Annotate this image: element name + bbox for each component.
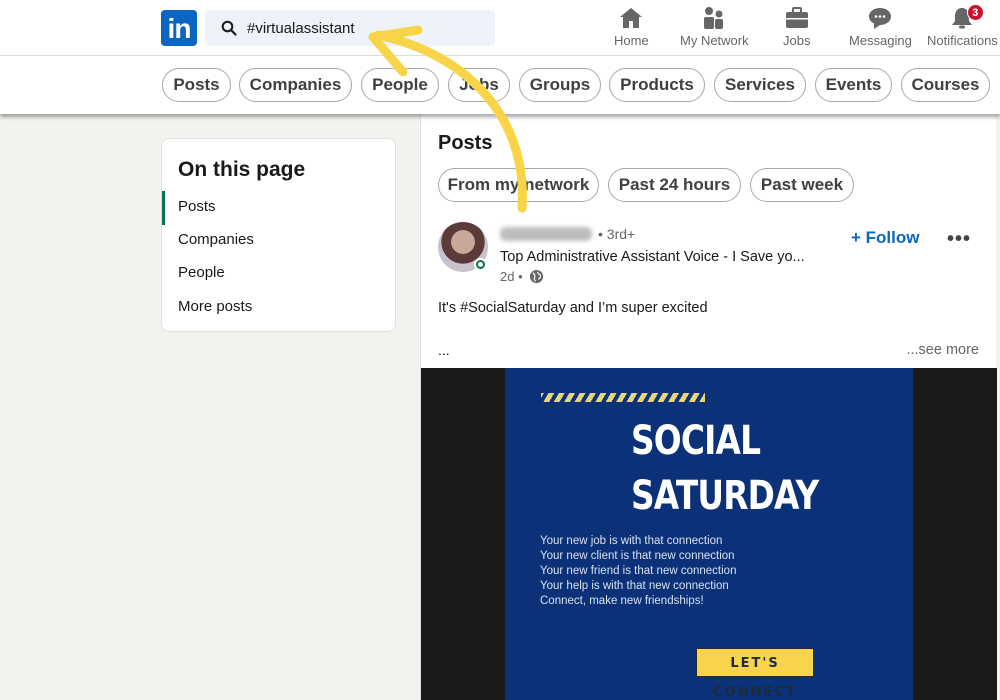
toc-people[interactable]: People (178, 264, 225, 281)
toc-companies[interactable]: Companies (178, 231, 254, 248)
notification-badge: 3 (966, 4, 984, 21)
follow-button[interactable]: + Follow (851, 228, 919, 248)
toc-posts[interactable]: Posts (178, 198, 216, 215)
image-text-line: Your help is with that new connection (540, 580, 729, 592)
more-options-icon[interactable]: ••• (947, 228, 971, 251)
linkedin-logo[interactable]: in (161, 10, 197, 46)
toc-more-posts[interactable]: More posts (178, 298, 252, 315)
home-icon (620, 8, 643, 28)
image-text-line: Your new job is with that connection (540, 535, 723, 547)
post-media[interactable]: SOCIAL SATURDAY Your new job is with tha… (421, 368, 997, 700)
author-name-blurred[interactable] (500, 227, 592, 241)
filter-companies[interactable]: Companies (239, 68, 352, 102)
active-indicator (162, 191, 165, 225)
connection-degree: • 3rd+ (598, 226, 636, 242)
nav-messaging[interactable]: Messaging (849, 6, 912, 48)
nav-notifications-label: Notifications (927, 33, 998, 48)
filter-people[interactable]: People (361, 68, 439, 102)
posts-section-title: Posts (438, 132, 493, 154)
post-text-ellipsis: ... (438, 342, 450, 358)
lets-connect-label: LET'S CONNECT (696, 648, 814, 700)
top-navigation-bar: in #virtualassistant Home My Network Job… (0, 0, 1000, 56)
nav-messaging-label: Messaging (849, 33, 912, 48)
image-title-line2: SATURDAY (631, 473, 819, 519)
nav-home[interactable]: Home (614, 6, 649, 48)
filter-from-my-network[interactable]: From my network (438, 168, 599, 202)
post-time: 2d • (500, 269, 523, 284)
network-icon (704, 7, 724, 29)
decorative-stripes (541, 393, 705, 402)
online-status-icon (474, 258, 487, 271)
nav-my-network[interactable]: My Network (680, 6, 749, 48)
nav-jobs-label: Jobs (783, 33, 811, 48)
post-text: It's #SocialSaturday and I’m super excit… (438, 300, 708, 316)
filter-jobs[interactable]: Jobs (448, 68, 510, 102)
nav-my-network-label: My Network (680, 33, 749, 48)
search-filter-bar: Posts Companies People Jobs Groups Produ… (0, 56, 1000, 114)
image-title-line1: SOCIAL (631, 418, 761, 464)
author-headline: Top Administrative Assistant Voice - I S… (500, 249, 805, 265)
on-this-page-title: On this page (178, 158, 306, 181)
nav-home-label: Home (614, 33, 649, 48)
post-author[interactable]: • 3rd+ (500, 226, 635, 242)
post-meta: 2d • (500, 269, 544, 284)
filter-past-24-hours[interactable]: Past 24 hours (608, 168, 741, 202)
filter-courses[interactable]: Courses (901, 68, 990, 102)
filter-groups[interactable]: Groups (519, 68, 601, 102)
see-more-link[interactable]: ...see more (906, 342, 979, 358)
search-query[interactable]: #virtualassistant (247, 20, 355, 37)
search-icon (221, 20, 237, 36)
on-this-page-card: On this page Posts Companies People More… (161, 138, 396, 332)
filter-products[interactable]: Products (609, 68, 705, 102)
filter-services[interactable]: Services (714, 68, 806, 102)
social-saturday-image[interactable]: SOCIAL SATURDAY Your new job is with tha… (505, 368, 913, 700)
search-input[interactable]: #virtualassistant (205, 10, 495, 46)
image-text-line: Your new client is that new connection (540, 550, 735, 562)
filter-events[interactable]: Events (815, 68, 892, 102)
nav-notifications[interactable]: 3 Notifications (927, 4, 998, 48)
image-text-line: Connect, make new friendships! (540, 595, 704, 607)
globe-icon (529, 269, 543, 284)
posts-panel: Posts From my network Past 24 hours Past… (420, 114, 997, 700)
nav-jobs[interactable]: Jobs (783, 6, 810, 48)
image-text-line: Your new friend is that new connection (540, 565, 737, 577)
filter-posts[interactable]: Posts (162, 68, 231, 102)
briefcase-icon (785, 7, 808, 28)
filter-past-week[interactable]: Past week (750, 168, 854, 202)
messaging-icon (869, 8, 892, 29)
